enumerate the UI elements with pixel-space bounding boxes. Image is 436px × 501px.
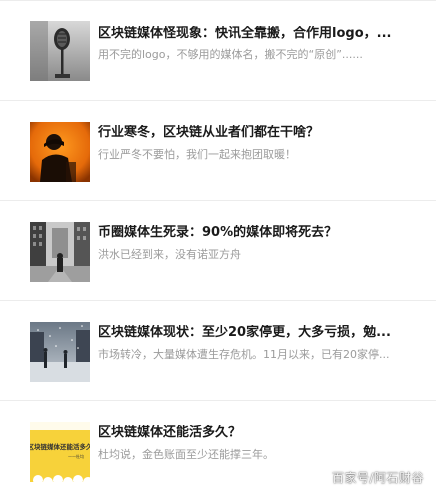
article-item[interactable]: 区块链媒体现状：至少20家停更，大多亏损，勉... 市场转冷，大量媒体遭生存危机… [0, 301, 436, 401]
snowy-street-photo-thumbnail[interactable] [30, 322, 90, 382]
person-icon [30, 122, 90, 182]
yellow-poster-thumbnail[interactable]: 区块链媒体还能活多久 ——杜均 [30, 422, 90, 482]
article-description: 杜均说，金色账面至少还能撑三年。 [98, 448, 274, 461]
article-title[interactable]: 行业寒冬，区块链从业者们都在干啥？ [98, 125, 414, 141]
snow-icon [30, 322, 90, 382]
poster-subtext: ——杜均 [68, 453, 84, 459]
article-description: 市场转冷，大量媒体遭生存危机。11月以来，已有20家停... [98, 348, 390, 361]
poster-icon: 区块链媒体还能活多久 ——杜均 [30, 422, 90, 482]
article-item[interactable]: 行业寒冬，区块链从业者们都在干啥？ 行业严冬不要怕，我们一起来抱团取暖！ [0, 101, 436, 201]
city-icon [30, 222, 90, 282]
watermark: 百家号/阿石财谷 [331, 471, 424, 485]
article-title[interactable]: 区块链媒体还能活多久？ [98, 425, 414, 441]
article-item[interactable]: 币圈媒体生死录：90%的媒体即将死去？ 洪水已经到来，没有诺亚方舟 [0, 201, 436, 301]
city-street-photo-thumbnail[interactable] [30, 222, 90, 282]
article-item[interactable]: 区块链媒体还能活多久 ——杜均 区块链媒体还能活多久？ 杜均说，金色账面至少还能… [0, 401, 436, 501]
microphone-icon [30, 21, 90, 81]
article-item[interactable]: 区块链媒体怪现象：快讯全靠搬，合作用logo，... 用不完的logo，不够用的… [0, 0, 436, 100]
person-orange-photo-thumbnail[interactable] [30, 122, 90, 182]
article-list: 区块链媒体怪现象：快讯全靠搬，合作用logo，... 用不完的logo，不够用的… [0, 0, 436, 494]
article-title[interactable]: 区块链媒体现状：至少20家停更，大多亏损，勉... [98, 325, 414, 341]
article-title[interactable]: 区块链媒体怪现象：快讯全靠搬，合作用logo，... [98, 26, 414, 42]
article-description: 洪水已经到来，没有诺亚方舟 [98, 248, 241, 261]
poster-text: 区块链媒体还能活多久 [30, 442, 90, 451]
article-description: 行业严冬不要怕，我们一起来抱团取暖！ [98, 148, 296, 161]
article-title[interactable]: 币圈媒体生死录：90%的媒体即将死去？ [98, 225, 414, 241]
microphone-photo-thumbnail[interactable] [30, 21, 90, 81]
article-description: 用不完的logo，不够用的媒体名，搬不完的“原创”...... [98, 48, 363, 61]
